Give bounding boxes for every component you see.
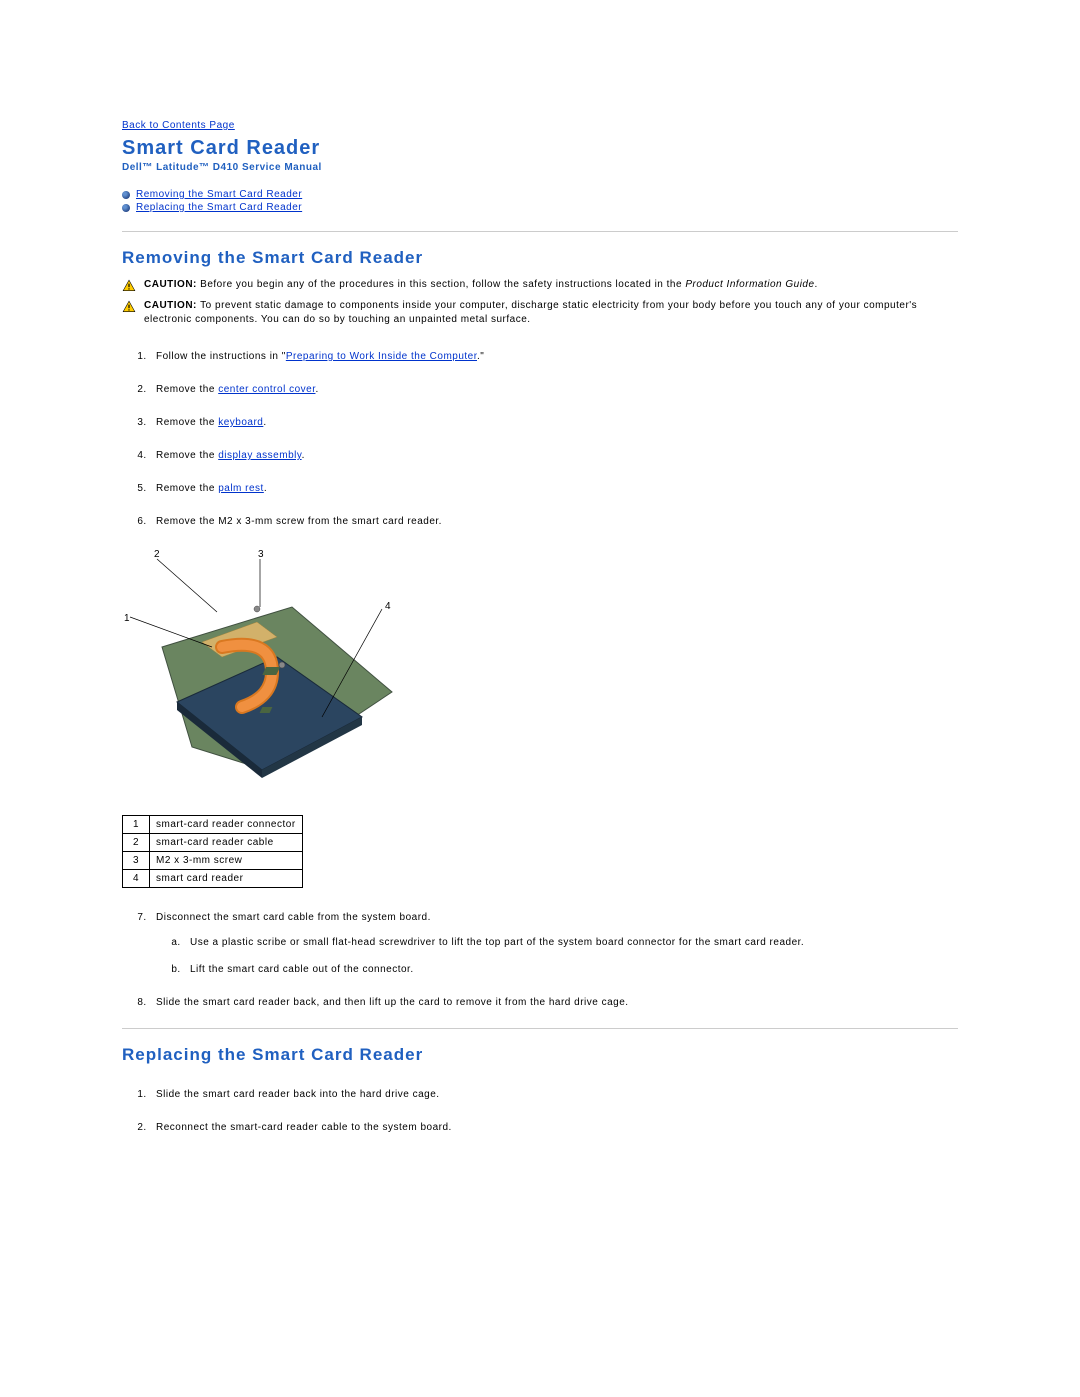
step-3: Remove the keyboard.: [150, 415, 958, 430]
step-text: Lift the smart card cable out of the con…: [190, 964, 414, 975]
divider: [122, 231, 958, 232]
link-palm-rest[interactable]: palm rest: [218, 483, 264, 494]
step-7a: Use a plastic scribe or small flat-head …: [184, 935, 958, 950]
bullet-icon: [122, 204, 130, 212]
caution-icon: [122, 279, 136, 293]
caution-2: CAUTION: To prevent static damage to com…: [122, 299, 958, 327]
link-center-control-cover[interactable]: center control cover: [218, 384, 315, 395]
step-text: Remove the: [156, 417, 218, 428]
step-text: Follow the instructions in ": [156, 351, 286, 362]
page-title: Smart Card Reader: [122, 137, 958, 160]
step-text: Slide the smart card reader back into th…: [156, 1089, 440, 1100]
step-text: Slide the smart card reader back, and th…: [156, 997, 629, 1008]
legend-num: 1: [123, 816, 150, 834]
caution-label: CAUTION:: [144, 300, 200, 311]
legend-text: smart card reader: [150, 870, 303, 888]
legend-text: M2 x 3-mm screw: [150, 852, 303, 870]
callout-2: 2: [154, 549, 160, 560]
bullet-icon: [122, 191, 130, 199]
callout-3: 3: [258, 549, 264, 560]
step-7b: Lift the smart card cable out of the con…: [184, 962, 958, 977]
toc-link-removing[interactable]: Removing the Smart Card Reader: [136, 189, 302, 200]
step-text: Remove the: [156, 450, 218, 461]
link-keyboard[interactable]: keyboard: [218, 417, 263, 428]
page-subtitle: Dell™ Latitude™ D410 Service Manual: [122, 162, 958, 173]
step-text: .: [263, 417, 266, 428]
caution-label: CAUTION:: [144, 279, 200, 290]
caution-text: To prevent static damage to components i…: [144, 300, 917, 325]
steps-replacing: Slide the smart card reader back into th…: [122, 1087, 958, 1135]
caution-1: CAUTION: Before you begin any of the pro…: [122, 278, 958, 293]
step-text: .: [315, 384, 318, 395]
caution-icon: [122, 300, 136, 314]
diagram-legend: 1 smart-card reader connector 2 smart-ca…: [122, 815, 303, 888]
link-preparing[interactable]: Preparing to Work Inside the Computer: [286, 351, 477, 362]
steps-removing-contd: Disconnect the smart card cable from the…: [122, 910, 958, 1010]
step-text: Remove the: [156, 483, 218, 494]
step-2: Remove the center control cover.: [150, 382, 958, 397]
step-8: Slide the smart card reader back, and th…: [150, 995, 958, 1010]
toc-link-replacing[interactable]: Replacing the Smart Card Reader: [136, 202, 302, 213]
step-4: Remove the display assembly.: [150, 448, 958, 463]
legend-text: smart-card reader connector: [150, 816, 303, 834]
step-1: Slide the smart card reader back into th…: [150, 1087, 958, 1102]
section-title-removing: Removing the Smart Card Reader: [122, 248, 958, 268]
legend-text: smart-card reader cable: [150, 834, 303, 852]
back-to-contents-link[interactable]: Back to Contents Page: [122, 120, 235, 131]
step-text: Disconnect the smart card cable from the…: [156, 912, 431, 923]
step-2: Reconnect the smart-card reader cable to…: [150, 1120, 958, 1135]
legend-num: 4: [123, 870, 150, 888]
caution-text-italic: Product Information Guide: [685, 279, 814, 290]
callout-1: 1: [124, 613, 130, 624]
step-text: Reconnect the smart-card reader cable to…: [156, 1122, 452, 1133]
caution-text-a: Before you begin any of the procedures i…: [200, 279, 685, 290]
step-text: .: [264, 483, 267, 494]
legend-num: 3: [123, 852, 150, 870]
step-5: Remove the palm rest.: [150, 481, 958, 496]
toc: Removing the Smart Card Reader Replacing…: [122, 189, 958, 213]
callout-4: 4: [385, 601, 391, 612]
steps-removing: Follow the instructions in "Preparing to…: [122, 349, 958, 529]
divider: [122, 1028, 958, 1029]
step-1: Follow the instructions in "Preparing to…: [150, 349, 958, 364]
legend-num: 2: [123, 834, 150, 852]
step-text: .: [302, 450, 305, 461]
step-text: .": [477, 351, 484, 362]
step-6: Remove the M2 x 3-mm screw from the smar…: [150, 514, 958, 529]
link-display-assembly[interactable]: display assembly: [218, 450, 301, 461]
step-text: Remove the M2 x 3-mm screw from the smar…: [156, 516, 442, 527]
step-text: Use a plastic scribe or small flat-head …: [190, 937, 804, 948]
step-7: Disconnect the smart card cable from the…: [150, 910, 958, 977]
section-title-replacing: Replacing the Smart Card Reader: [122, 1045, 958, 1065]
diagram-smart-card-reader: 1 2 3 4: [122, 547, 402, 805]
caution-text-b: .: [815, 279, 818, 290]
step-text: Remove the: [156, 384, 218, 395]
